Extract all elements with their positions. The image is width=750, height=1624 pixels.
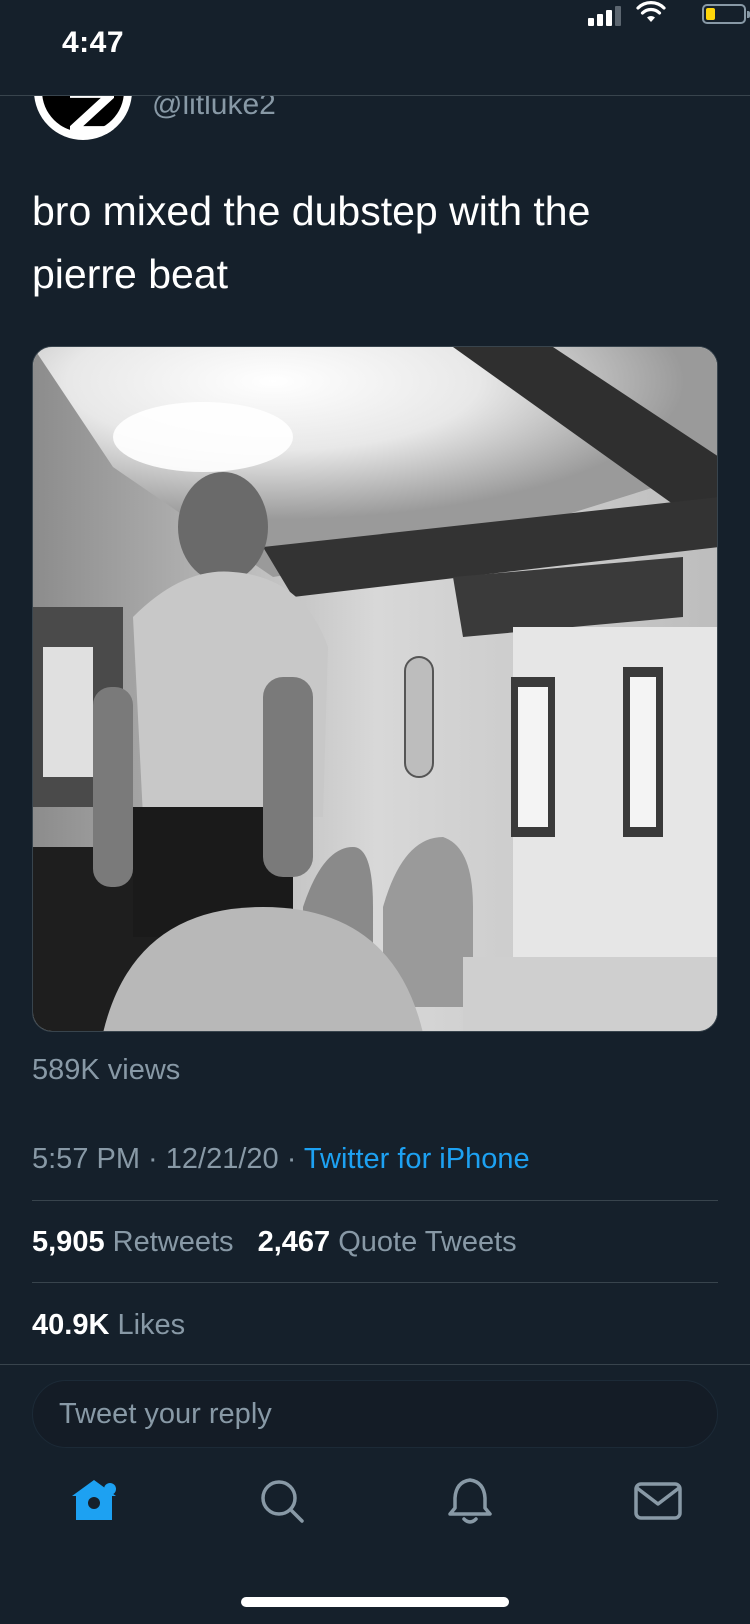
divider bbox=[0, 1364, 750, 1365]
tweet-date: 12/21/20 bbox=[165, 1143, 279, 1175]
tweet-video[interactable] bbox=[32, 346, 718, 1032]
tweet-source-link[interactable]: Twitter for iPhone bbox=[304, 1143, 530, 1175]
status-time: 4:47 bbox=[62, 26, 125, 59]
status-bar: 4:47 bbox=[0, 0, 750, 96]
likes-link[interactable]: 40.9K Likes bbox=[32, 1309, 185, 1341]
retweets-label: Retweets bbox=[112, 1226, 234, 1258]
tab-home[interactable] bbox=[64, 1470, 124, 1530]
home-indicator[interactable] bbox=[241, 1597, 509, 1607]
tab-bar bbox=[0, 1470, 750, 1550]
bell-icon bbox=[448, 1478, 492, 1524]
home-icon bbox=[72, 1480, 116, 1520]
retweets-link[interactable]: 5,905 Retweets bbox=[32, 1226, 234, 1258]
wifi-icon bbox=[636, 1, 666, 22]
tweet-text: bro mixed the dubstep with the pierre be… bbox=[32, 180, 722, 306]
mail-icon bbox=[634, 1482, 682, 1520]
tab-messages[interactable] bbox=[628, 1470, 688, 1530]
avatar-logo bbox=[70, 90, 114, 134]
view-count: 589K views bbox=[32, 1054, 181, 1086]
tweet-text-line-2: pierre beat bbox=[32, 251, 229, 297]
battery-level bbox=[706, 8, 715, 20]
tab-search[interactable] bbox=[252, 1470, 312, 1530]
retweets-count: 5,905 bbox=[32, 1226, 105, 1258]
cellular-signal-icon bbox=[588, 4, 624, 26]
divider bbox=[32, 1282, 718, 1283]
meta-separator: · bbox=[278, 1143, 304, 1175]
tweet-meta: 5:57 PM · 12/21/20 · Twitter for iPhone bbox=[32, 1143, 530, 1176]
new-content-indicator bbox=[104, 1483, 116, 1495]
likes-count: 40.9K bbox=[32, 1309, 110, 1341]
tab-notifications[interactable] bbox=[440, 1470, 500, 1530]
reply-placeholder: Tweet your reply bbox=[59, 1397, 272, 1430]
meta-separator: · bbox=[140, 1143, 166, 1175]
tweet-time: 5:57 PM bbox=[32, 1143, 140, 1175]
search-icon bbox=[261, 1480, 304, 1523]
tweet-text-line-1: bro mixed the dubstep with the bbox=[32, 188, 591, 234]
likes-label: Likes bbox=[117, 1309, 186, 1341]
video-frame bbox=[33, 347, 717, 1031]
quote-tweets-link[interactable]: 2,467 Quote Tweets bbox=[258, 1226, 517, 1258]
likes-stats: 40.9K Likes bbox=[32, 1309, 185, 1342]
quote-tweets-count: 2,467 bbox=[257, 1226, 331, 1258]
retweet-stats: 5,905 Retweets 2,467 Quote Tweets bbox=[32, 1226, 517, 1259]
reply-input[interactable]: Tweet your reply bbox=[32, 1380, 718, 1448]
quote-tweets-label: Quote Tweets bbox=[338, 1226, 517, 1258]
battery-icon bbox=[702, 4, 750, 24]
divider bbox=[32, 1200, 718, 1201]
